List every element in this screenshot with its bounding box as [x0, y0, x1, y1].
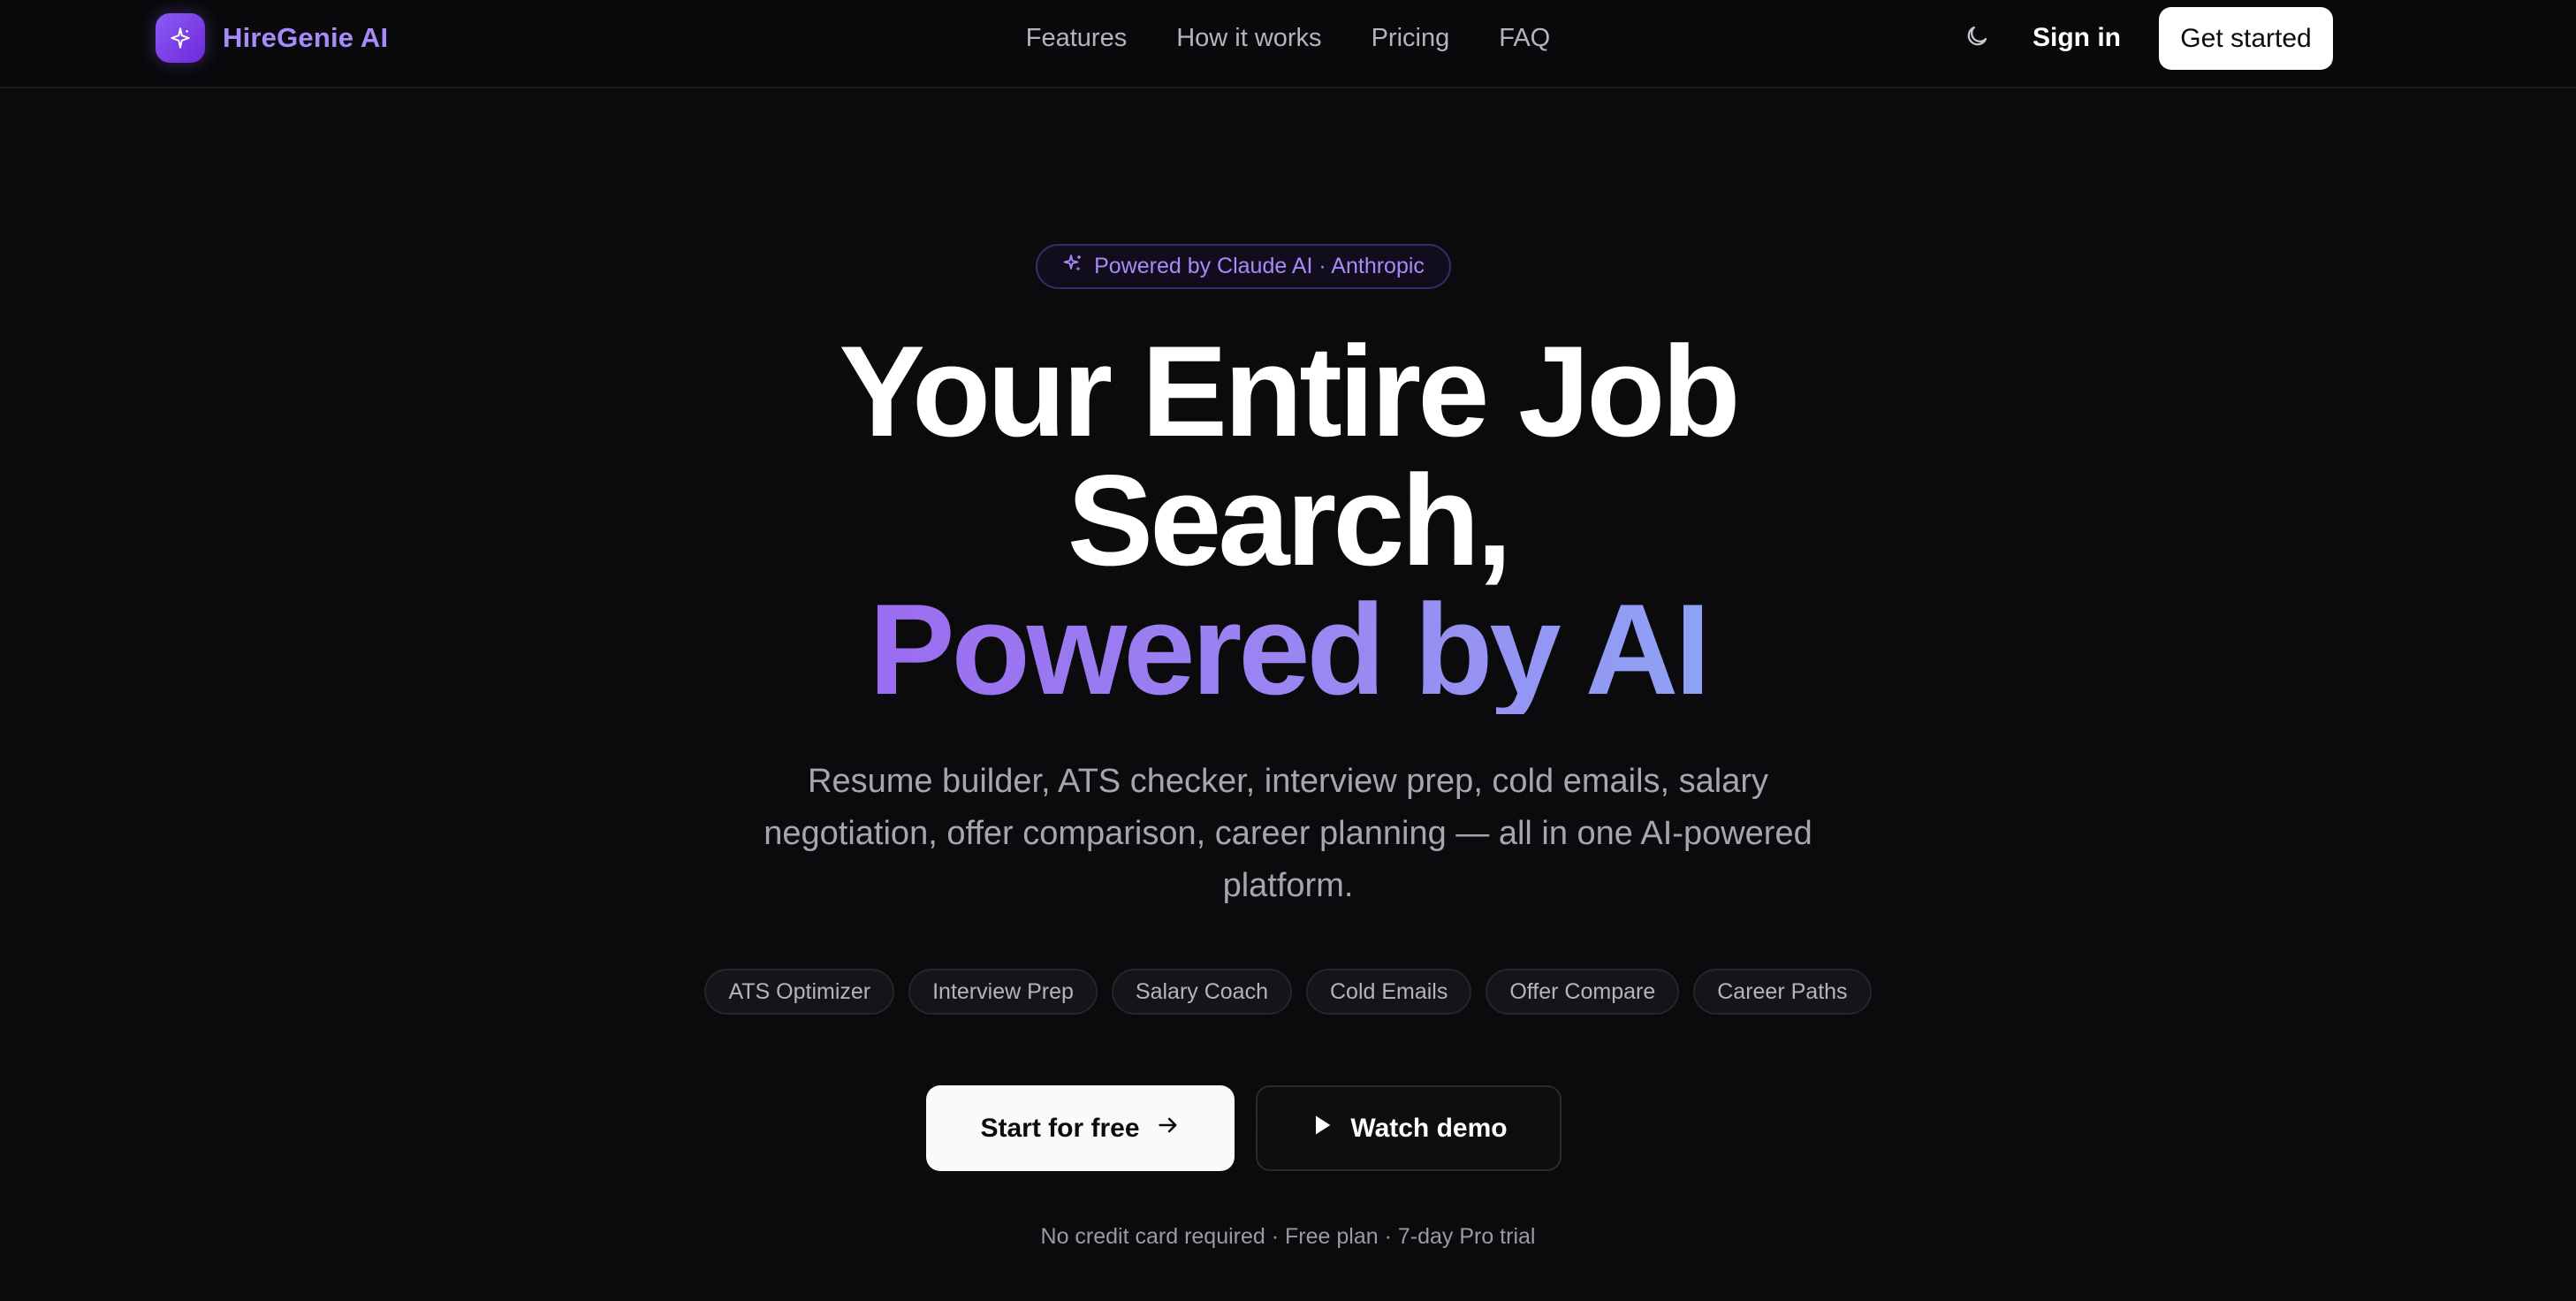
headline-accent: Powered by AI [869, 577, 1711, 721]
arrow-right-icon [1156, 1113, 1181, 1145]
nav-link-pricing[interactable]: Pricing [1372, 24, 1450, 53]
powered-by-badge: Powered by Claude AI · Anthropic [1036, 244, 1451, 289]
get-started-button[interactable]: Get started [2159, 7, 2333, 70]
chip-cold-emails[interactable]: Cold Emails [1305, 969, 1472, 1015]
start-for-free-button[interactable]: Start for free [926, 1085, 1235, 1171]
chip-interview-prep[interactable]: Interview Prep [908, 969, 1098, 1015]
nav-link-how-it-works[interactable]: How it works [1176, 24, 1321, 53]
hero-headline: Your Entire Job Search, Powered by AI [0, 327, 2576, 714]
headline-line-2: Search, [1067, 448, 1513, 592]
watch-demo-button[interactable]: Watch demo [1256, 1085, 1562, 1171]
chip-ats-optimizer[interactable]: ATS Optimizer [704, 969, 895, 1015]
hero-footnote: No credit card required · Free plan · 7-… [1040, 1224, 1536, 1249]
chip-career-paths[interactable]: Career Paths [1693, 969, 1872, 1015]
feature-chips: ATS Optimizer Interview Prep Salary Coac… [0, 969, 2576, 1015]
chip-salary-coach[interactable]: Salary Coach [1111, 969, 1292, 1015]
top-navigation-bar: HireGenie AI Features How it works Prici… [0, 0, 2576, 88]
moon-icon [1964, 23, 1990, 54]
brand-logo-link[interactable]: HireGenie AI [156, 12, 388, 64]
sign-in-link[interactable]: Sign in [2033, 18, 2121, 58]
chip-offer-compare[interactable]: Offer Compare [1486, 969, 1680, 1015]
watch-demo-label: Watch demo [1350, 1113, 1508, 1143]
theme-toggle-button[interactable] [1957, 18, 1997, 58]
brand-name: HireGenie AI [223, 22, 389, 53]
badge-text: Powered by Claude AI · Anthropic [1094, 254, 1425, 278]
sparkle-icon [156, 13, 205, 63]
sparkles-icon [1062, 253, 1083, 280]
hero-subtitle: Resume builder, ATS checker, interview p… [764, 763, 1812, 904]
start-for-free-label: Start for free [980, 1113, 1140, 1143]
play-icon [1310, 1113, 1334, 1145]
headline-line-1: Your Entire Job [839, 319, 1740, 463]
nav-link-features[interactable]: Features [1026, 24, 1127, 53]
nav-link-faq[interactable]: FAQ [1499, 24, 1550, 53]
